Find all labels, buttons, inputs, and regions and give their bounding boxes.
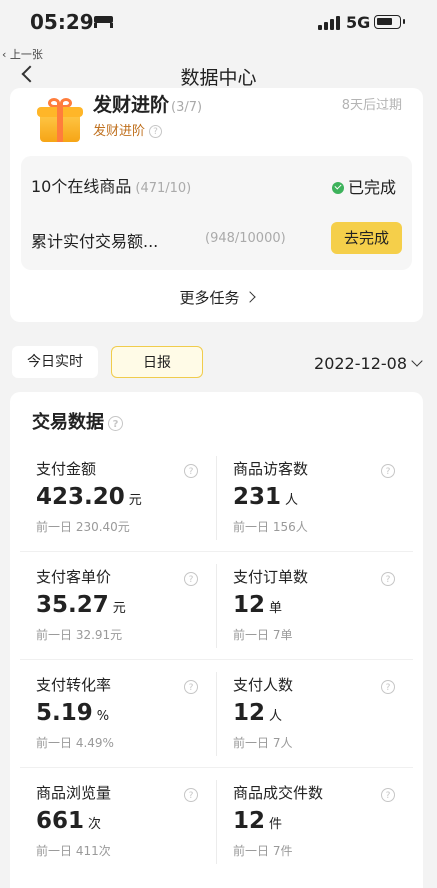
metric-previous: 前一日 7件 — [233, 844, 293, 858]
metric-label: 商品成交件数 — [233, 784, 324, 802]
gift-box-icon — [36, 98, 84, 144]
help-icon[interactable]: ? — [184, 787, 198, 802]
subtask-count: (471/10) — [135, 181, 192, 196]
battery-icon — [374, 15, 405, 29]
metric-value: 35.27 元 — [36, 592, 126, 618]
cellular-signal-icon — [318, 14, 340, 30]
sleep-mode-icon — [94, 16, 113, 28]
subtask-row: 累计实付交易额... (948/10000) 去完成 — [31, 219, 402, 259]
go-complete-button[interactable]: 去完成 — [331, 222, 402, 254]
metric-label: 商品浏览量 — [36, 784, 112, 802]
help-icon[interactable]: ? — [149, 125, 163, 138]
trade-data-card: 交易数据? 支付金额 ? 423.20 元 前一日 230.40元 商品访客数 ?… — [10, 392, 423, 888]
metric-value: 231 人 — [233, 484, 299, 510]
metric-previous: 前一日 32.91元 — [36, 628, 123, 642]
divider — [216, 564, 217, 648]
metric-previous: 前一日 230.40元 — [36, 520, 130, 534]
metric-previous: 前一日 7人 — [233, 736, 293, 750]
subtask-name: 累计实付交易额... — [31, 232, 159, 251]
help-icon[interactable]: ? — [381, 679, 395, 694]
tab-realtime[interactable]: 今日实时 — [12, 346, 98, 378]
metric-label: 支付金额 — [36, 460, 97, 478]
subtask-count: (948/10000) — [205, 231, 286, 246]
date-picker[interactable]: 2022-12-08 — [314, 354, 423, 373]
metric-label: 商品访客数 — [233, 460, 309, 478]
subtask-status: 已完成 — [331, 174, 396, 198]
metric-orders[interactable]: 支付订单数 ? 12 单 前一日 7单 — [217, 552, 413, 659]
tab-daily[interactable]: 日报 — [111, 346, 203, 378]
metric-label: 支付人数 — [233, 676, 294, 694]
help-icon[interactable]: ? — [381, 571, 395, 586]
metric-buyers[interactable]: 支付人数 ? 12 人 前一日 7人 — [217, 660, 413, 767]
divider — [20, 551, 413, 552]
section-title: 交易数据? — [32, 408, 123, 434]
divider — [216, 456, 217, 540]
help-icon[interactable]: ? — [381, 463, 395, 478]
subtask-row: 10个在线商品 (471/10) 已完成 — [31, 164, 402, 204]
divider — [20, 767, 413, 768]
task-expire: 8天后过期 — [341, 98, 402, 113]
help-icon[interactable]: ? — [381, 787, 395, 802]
help-icon[interactable]: ? — [184, 571, 198, 586]
subtask-name: 10个在线商品 (471/10) — [31, 177, 192, 196]
subtask-list: 10个在线商品 (471/10) 已完成 累计实付交易额... (948/1000… — [21, 156, 412, 270]
metric-previous: 前一日 4.49% — [36, 736, 114, 750]
metric-previous: 前一日 7单 — [233, 628, 293, 642]
metric-page-views[interactable]: 商品浏览量 ? 661 次 前一日 411次 — [20, 768, 216, 875]
metric-items-sold[interactable]: 商品成交件数 ? 12 件 前一日 7件 — [217, 768, 413, 875]
network-type: 5G — [346, 13, 371, 32]
metric-value: 12 单 — [233, 592, 283, 618]
more-tasks-link[interactable]: 更多任务 — [10, 287, 423, 308]
metric-visitors[interactable]: 商品访客数 ? 231 人 前一日 156人 — [217, 444, 413, 551]
metric-value: 661 次 — [36, 808, 102, 834]
metric-previous: 前一日 156人 — [233, 520, 308, 534]
status-time: 05:29 — [30, 10, 94, 34]
metric-value: 423.20 元 — [36, 484, 142, 510]
task-name: 发财进阶 (3/7) — [93, 94, 203, 116]
help-icon[interactable]: ? — [108, 415, 123, 431]
divider — [216, 780, 217, 864]
help-icon[interactable]: ? — [184, 679, 198, 694]
metric-value: 12 人 — [233, 700, 283, 726]
metric-value: 5.19% — [36, 700, 110, 726]
status-bar: 05:29 5G — [0, 0, 437, 44]
help-icon[interactable]: ? — [184, 463, 198, 478]
chevron-down-icon — [411, 355, 423, 367]
metric-conversion-rate[interactable]: 支付转化率 ? 5.19% 前一日 4.49% — [20, 660, 216, 767]
metric-value: 12 件 — [233, 808, 283, 834]
metric-label: 支付订单数 — [233, 568, 309, 586]
chevron-right-icon — [243, 291, 256, 303]
divider — [216, 672, 217, 756]
task-level[interactable]: 发财进阶? — [93, 120, 163, 139]
page-title: 数据中心 — [180, 67, 257, 89]
divider — [20, 659, 413, 660]
metric-avg-order-value[interactable]: 支付客单价 ? 35.27 元 前一日 32.91元 — [20, 552, 216, 659]
check-circle-icon — [331, 181, 344, 194]
metric-label: 支付客单价 — [36, 568, 112, 586]
task-progress: (3/7) — [171, 100, 203, 115]
task-card: 发财进阶 (3/7) 发财进阶? 8天后过期 10个在线商品 (471/10) 已完… — [10, 88, 423, 322]
metric-label: 支付转化率 — [36, 676, 112, 694]
metric-previous: 前一日 411次 — [36, 844, 111, 858]
metric-pay-amount[interactable]: 支付金额 ? 423.20 元 前一日 230.40元 — [20, 444, 216, 551]
